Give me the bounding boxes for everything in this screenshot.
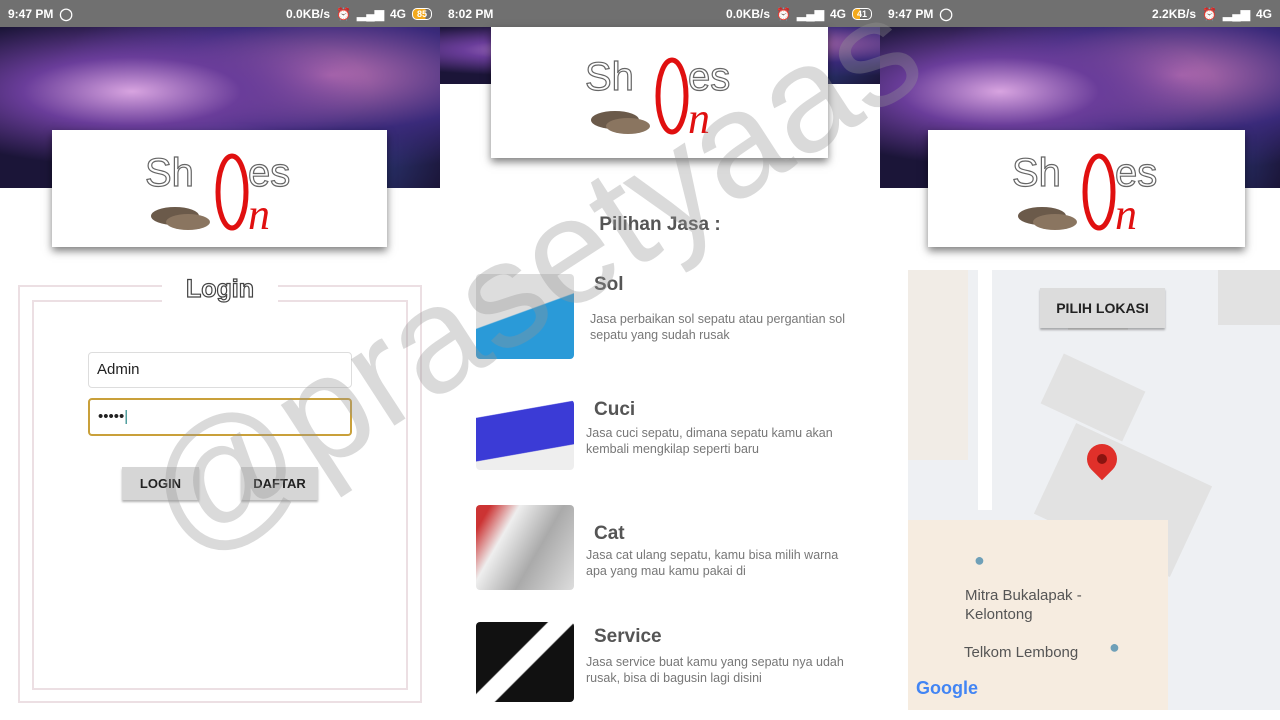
status-bar: 9:47 PM ◯ 0.0KB/s ⏰ ▂▄▆ 4G 85 [0,0,440,27]
pick-location-button[interactable]: PILIH LOKASI [1040,288,1165,328]
service-item-sol[interactable]: Sol Jasa perbaikan sol sepatu atau pergan… [476,274,856,364]
service-item-cat[interactable]: Cat Jasa cat ulang sepatu, kamu bisa mili… [476,505,856,595]
google-logo: Google [916,678,978,698]
status-time: 8:02 PM [448,6,494,21]
service-desc: Jasa service buat kamu yang sepatu nya u… [586,655,844,685]
place-pin-icon: ● [1109,637,1120,657]
service-name: Service [594,626,662,647]
username-input[interactable]: Admin [88,352,352,388]
app-logo [491,27,828,158]
service-desc: Jasa cat ulang sepatu, kamu bisa milih w… [586,548,839,578]
status-time: 9:47 PM [8,6,54,21]
alarm-icon: ⏰ [776,6,791,21]
services-title: Pilihan Jasa : [599,214,721,235]
whatsapp-icon: ◯ [59,6,73,21]
cat-image [476,505,574,590]
register-button[interactable]: DAFTAR [241,467,318,500]
service-image [476,622,574,702]
status-network: 4G [829,6,846,21]
sol-image [476,274,574,359]
place-label-mitra[interactable]: Mitra Bukalapak - Kelontong [965,586,1105,624]
status-speed: 0.0KB/s [286,6,331,21]
status-network: 4G [389,6,406,21]
status-time: 9:47 PM [888,6,934,21]
password-input[interactable]: •••••| [88,398,352,436]
cuci-image [476,400,574,470]
signal-icon: ▂▄▆ [1223,6,1250,21]
status-bar: 9:47 PM ◯ 2.2KB/s ⏰ ▂▄▆ 4G [880,0,1280,27]
status-bar: 8:02 PM 0.0KB/s ⏰ ▂▄▆ 4G 41 [440,0,880,27]
app-logo [52,130,387,247]
place-pin-icon: ● [974,550,985,570]
battery-icon: 85 [411,7,432,20]
status-network: 4G [1255,6,1272,21]
service-item-cuci[interactable]: Cuci Jasa cuci sepatu, dimana sepatu kamu… [476,385,856,475]
map-block [908,270,968,460]
map-block [1218,270,1280,325]
login-screen: 9:47 PM ◯ 0.0KB/s ⏰ ▂▄▆ 4G 85 Login Admin •••… [0,0,440,720]
map-road [978,270,992,510]
alarm-icon: ⏰ [1202,6,1218,21]
signal-icon: ▂▄▆ [797,6,824,21]
location-screen: 9:47 PM ◯ 2.2KB/s ⏰ ▂▄▆ 4G ● Mitra Bukalapak… [880,0,1280,720]
status-speed: 0.0KB/s [726,6,771,21]
app-logo [928,130,1245,247]
map-view[interactable]: ● Mitra Bukalapak - Kelontong Telkom Lem… [908,270,1280,710]
service-name: Sol [594,274,624,295]
place-label-telkom[interactable]: Telkom Lembong [964,644,1078,661]
battery-icon: 41 [851,7,872,20]
whatsapp-icon: ◯ [939,6,953,21]
service-desc: Jasa cuci sepatu, dimana sepatu kamu aka… [586,426,833,456]
login-button[interactable]: LOGIN [122,467,199,500]
alarm-icon: ⏰ [336,6,351,21]
map-block [1040,353,1146,442]
service-desc: Jasa perbaikan sol sepatu atau pergantia… [590,312,846,342]
service-name: Cat [594,523,625,544]
service-name: Cuci [594,399,636,420]
service-item-service[interactable]: Service Jasa service buat kamu yang sepat… [476,622,856,712]
signal-icon: ▂▄▆ [357,6,384,21]
login-title: Login [162,274,278,307]
password-value: ••••• [98,408,125,425]
status-speed: 2.2KB/s [1152,6,1197,21]
